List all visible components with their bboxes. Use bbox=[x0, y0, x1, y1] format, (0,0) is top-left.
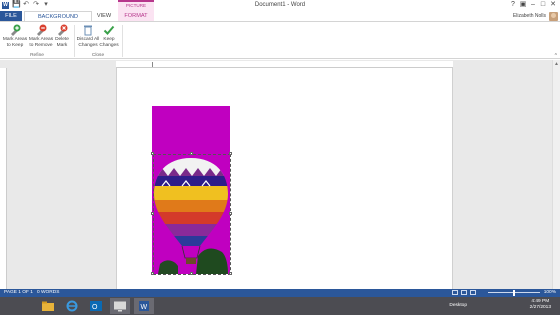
checkmark-icon bbox=[103, 25, 115, 35]
desktop-app-icon[interactable] bbox=[110, 298, 130, 314]
delete-mark-label: Delete Mark bbox=[55, 37, 69, 48]
word-count[interactable]: 0 WORDS bbox=[37, 289, 59, 297]
mark-remove-icon bbox=[37, 24, 47, 36]
refine-group-label: Refine bbox=[30, 53, 44, 58]
resize-handle[interactable] bbox=[190, 152, 193, 155]
svg-text:W: W bbox=[141, 304, 148, 311]
resize-handle[interactable] bbox=[151, 152, 154, 155]
ribbon-display-options-button[interactable]: ▣ bbox=[518, 0, 528, 10]
web-layout-icon[interactable] bbox=[470, 290, 476, 295]
title-bar: W 💾 ↶ ↷ ▾ Document1 - Word ? ▣ – □ ✕ bbox=[0, 0, 560, 11]
close-group-label: Close bbox=[91, 53, 105, 58]
clock[interactable]: 4:49 PM 2/27/2013 bbox=[530, 299, 551, 311]
view-buttons bbox=[452, 290, 476, 295]
tab-view[interactable]: VIEW bbox=[94, 11, 114, 21]
mark-keep-label: Mark Areas to Keep bbox=[2, 37, 28, 48]
mark-remove-label: Mark Areas to Remove bbox=[28, 37, 54, 48]
delete-mark-button[interactable]: Delete Mark bbox=[51, 24, 73, 48]
tab-file[interactable]: FILE bbox=[0, 11, 22, 21]
group-divider bbox=[122, 25, 123, 57]
resize-handle[interactable] bbox=[151, 272, 154, 275]
vertical-ruler[interactable] bbox=[0, 68, 7, 289]
zoom-level[interactable]: 100% bbox=[544, 289, 556, 297]
horizontal-ruler[interactable] bbox=[116, 61, 453, 68]
tab-background-removal[interactable]: BACKGROUND REMOVAL bbox=[24, 11, 92, 30]
resize-handle[interactable] bbox=[190, 272, 193, 275]
clock-date: 2/27/2013 bbox=[529, 305, 551, 310]
ribbon: Mark Areas to Keep Mark Areas to Remove … bbox=[0, 21, 560, 59]
page-count[interactable]: PAGE 1 OF 1 bbox=[4, 289, 33, 297]
file-explorer-icon[interactable] bbox=[38, 298, 58, 314]
word-icon[interactable]: W bbox=[134, 298, 154, 314]
document-title: Document1 - Word bbox=[254, 2, 306, 8]
resize-handle[interactable] bbox=[151, 212, 154, 215]
read-mode-icon[interactable] bbox=[452, 290, 458, 295]
keep-area-marquee[interactable] bbox=[153, 154, 231, 275]
status-bar: PAGE 1 OF 1 0 WORDS 100% bbox=[0, 289, 560, 297]
tab-format[interactable]: FORMAT bbox=[118, 11, 154, 21]
minimize-button[interactable]: – bbox=[528, 0, 538, 10]
resize-handle[interactable] bbox=[229, 212, 232, 215]
print-layout-icon[interactable] bbox=[461, 290, 467, 295]
resize-handle[interactable] bbox=[229, 272, 232, 275]
taskbar: O W Desktop 4:49 PM 2/27/2013 bbox=[0, 297, 560, 315]
close-button[interactable]: ✕ bbox=[548, 0, 558, 10]
mark-keep-icon bbox=[11, 24, 21, 36]
ribbon-tabs: FILE BACKGROUND REMOVAL VIEW FORMAT bbox=[0, 11, 560, 30]
scroll-up-icon[interactable]: ▲ bbox=[554, 61, 559, 67]
collapse-ribbon-icon[interactable]: ^ bbox=[555, 53, 557, 59]
discard-label: Discard All Changes bbox=[76, 37, 100, 48]
keep-changes-label: Keep Changes bbox=[99, 37, 119, 48]
vertical-scrollbar[interactable] bbox=[552, 60, 560, 289]
discard-icon bbox=[84, 25, 92, 36]
desktop-toolbar-label[interactable]: Desktop bbox=[449, 303, 467, 308]
svg-text:O: O bbox=[92, 304, 98, 311]
delete-mark-icon bbox=[58, 24, 68, 36]
resize-handle[interactable] bbox=[229, 152, 232, 155]
picture-tools-context-header: PICTURE TOOLS bbox=[118, 0, 154, 16]
mark-areas-to-keep-button[interactable]: Mark Areas to Keep bbox=[2, 24, 28, 48]
zoom-slider-thumb[interactable] bbox=[513, 290, 515, 296]
internet-explorer-icon[interactable] bbox=[62, 298, 82, 314]
avatar[interactable] bbox=[549, 12, 558, 21]
user-name[interactable]: Elizabeth Nolls bbox=[513, 11, 546, 21]
window-controls: ? ▣ – □ ✕ bbox=[508, 0, 558, 10]
keep-changes-button[interactable]: Keep Changes bbox=[98, 24, 120, 48]
help-button[interactable]: ? bbox=[508, 0, 518, 10]
maximize-button[interactable]: □ bbox=[538, 0, 548, 10]
outlook-icon[interactable]: O bbox=[86, 298, 106, 314]
